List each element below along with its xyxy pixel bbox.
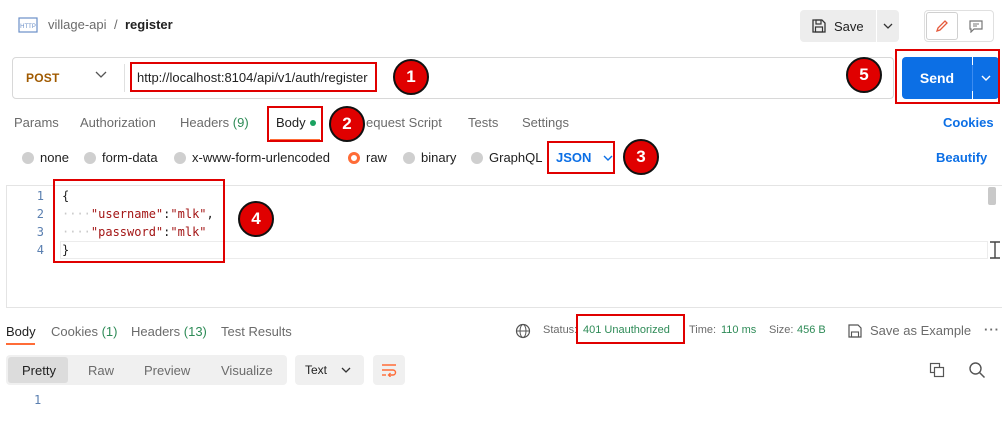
edit-mode-button[interactable]	[926, 12, 958, 40]
more-options-icon[interactable]: ···	[984, 322, 1000, 337]
tab-tests[interactable]: Tests	[468, 115, 498, 130]
method-select[interactable]: POST	[26, 71, 59, 85]
chevron-down-icon[interactable]	[95, 71, 107, 79]
cookies-link[interactable]: Cookies	[943, 115, 994, 130]
tab-authorization[interactable]: Authorization	[80, 115, 156, 130]
chevron-down-icon	[341, 367, 351, 373]
tab-params[interactable]: Params	[14, 115, 59, 130]
copy-icon[interactable]	[929, 362, 945, 378]
radio-circle	[174, 151, 186, 164]
save-options-button[interactable]	[877, 10, 899, 42]
size-label: Size:	[769, 324, 794, 336]
radio-binary[interactable]: binary	[403, 150, 456, 165]
time-value[interactable]: 110 ms	[721, 324, 756, 336]
documentation-button[interactable]	[962, 12, 990, 40]
tab-headers[interactable]: Headers (9)	[180, 115, 249, 130]
breadcrumb-collection[interactable]: village-api	[48, 17, 107, 32]
line-number: 2	[36, 207, 44, 221]
callout-highlight-body-tab	[267, 106, 323, 142]
resp-tab-headers[interactable]: Headers (13)	[131, 324, 207, 339]
text-cursor-icon	[990, 241, 1000, 259]
tab-headers-count: (9)	[232, 115, 249, 130]
callout-highlight-send	[895, 49, 1000, 104]
callout-badge: 2	[329, 106, 365, 142]
resp-tab-headers-label: Headers	[131, 324, 181, 339]
save-icon	[812, 19, 826, 33]
breadcrumb-request[interactable]: register	[125, 17, 173, 32]
chevron-down-icon	[883, 23, 893, 29]
radio-graphql[interactable]: GraphQL	[471, 150, 542, 165]
time-label: Time:	[689, 324, 717, 336]
callout-highlight-status	[576, 314, 685, 344]
wrap-lines-icon	[382, 364, 397, 377]
save-as-example-button[interactable]: Save as Example	[848, 323, 971, 338]
resp-tab-cookies-label: Cookies	[51, 324, 98, 339]
view-preview[interactable]: Preview	[144, 363, 190, 378]
view-raw[interactable]: Raw	[88, 363, 114, 378]
resp-tab-body[interactable]: Body	[6, 324, 36, 339]
line-number: 1	[34, 393, 42, 407]
beautify-link[interactable]: Beautify	[936, 150, 987, 165]
radio-graphql-label: GraphQL	[489, 150, 543, 165]
callout-badge: 5	[846, 57, 882, 93]
editor-scrollbar[interactable]	[988, 187, 996, 205]
radio-binary-label: binary	[421, 150, 457, 165]
divider	[124, 64, 125, 92]
radio-form-data-label: form-data	[102, 150, 158, 165]
view-pretty[interactable]: Pretty	[22, 363, 56, 378]
search-icon[interactable]	[968, 361, 986, 379]
resp-tab-cookies[interactable]: Cookies (1)	[51, 324, 117, 339]
radio-circle	[403, 151, 415, 164]
callout-badge: 3	[623, 139, 659, 175]
radio-urlencoded-label: x-www-form-urlencoded	[192, 150, 330, 165]
callout-badge: 4	[238, 201, 274, 237]
save-as-example-label: Save as Example	[870, 323, 972, 338]
resp-tab-test-results[interactable]: Test Results	[221, 324, 292, 339]
response-format-select[interactable]: Text	[295, 355, 364, 385]
svg-text:HTTP: HTTP	[20, 24, 36, 30]
save-icon	[848, 323, 862, 338]
radio-form-data[interactable]: form-data	[84, 150, 158, 165]
comment-icon	[969, 20, 983, 33]
radio-circle-selected	[348, 151, 360, 164]
callout-highlight-url	[130, 62, 377, 92]
api-request-icon: HTTP	[18, 17, 38, 33]
radio-none-label: none	[40, 150, 69, 165]
resp-tab-headers-count: (13)	[183, 324, 207, 339]
line-number: 4	[36, 243, 44, 257]
radio-urlencoded[interactable]: x-www-form-urlencoded	[174, 150, 330, 165]
callout-highlight-json	[547, 141, 615, 174]
radio-raw-label: raw	[366, 150, 387, 165]
radio-circle	[22, 151, 34, 164]
view-visualize[interactable]: Visualize	[221, 363, 273, 378]
radio-circle	[471, 151, 483, 164]
callout-badge: 1	[393, 59, 429, 95]
resp-tab-cookies-count: (1)	[101, 324, 118, 339]
line-number: 3	[36, 225, 44, 239]
tab-settings[interactable]: Settings	[522, 115, 569, 130]
tab-headers-label: Headers	[180, 115, 230, 130]
response-format-label: Text	[305, 363, 328, 377]
size-value[interactable]: 456 B	[797, 324, 826, 336]
status-label: Status:	[543, 324, 578, 336]
radio-circle	[84, 151, 96, 164]
breadcrumb-separator: /	[114, 17, 118, 32]
line-number: 1	[36, 189, 44, 203]
callout-highlight-body-editor	[53, 179, 225, 263]
save-label: Save	[834, 18, 864, 34]
active-tab-indicator	[6, 343, 35, 345]
pencil-icon	[935, 20, 948, 33]
radio-none[interactable]: none	[22, 150, 69, 165]
wrap-lines-button[interactable]	[373, 355, 405, 385]
radio-raw[interactable]: raw	[348, 150, 387, 165]
save-button[interactable]: Save	[800, 10, 876, 42]
tab-pre-request-script[interactable]: equest Script	[366, 115, 442, 130]
globe-icon[interactable]	[515, 323, 531, 339]
